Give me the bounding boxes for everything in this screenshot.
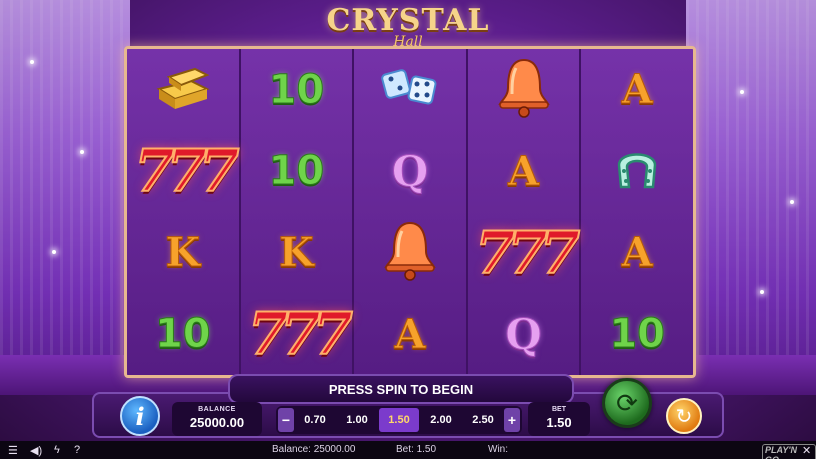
- symbol-777: 777: [133, 136, 240, 206]
- bet-label: BET: [552, 406, 566, 413]
- sparkle: [760, 290, 764, 294]
- info-button[interactable]: i: [120, 396, 160, 436]
- bet-selector: − 0.70 1.00 1.50 2.00 2.50 +: [276, 406, 522, 434]
- bet-option[interactable]: 1.50: [379, 408, 419, 432]
- reel-cell: [581, 131, 693, 213]
- sparkle: [30, 60, 34, 64]
- symbol-k: K: [165, 229, 201, 277]
- reel-2: 10 10 K 777: [240, 49, 355, 376]
- reel-cell: [354, 49, 466, 131]
- turbo-icon[interactable]: ϟ: [54, 444, 60, 456]
- reel-cell: 777: [241, 294, 354, 376]
- dice-icon: [378, 62, 442, 117]
- symbol-10: 10: [154, 311, 211, 358]
- reel-cell: [354, 212, 466, 294]
- reel-cell: 10: [581, 294, 693, 376]
- reel-3: QA: [354, 49, 468, 375]
- bet-value: 1.50: [546, 415, 572, 430]
- reel-cell: [127, 49, 239, 131]
- reel-cell: Q: [468, 294, 580, 376]
- sparkle: [52, 250, 56, 254]
- sparkle: [790, 200, 794, 204]
- spin-button[interactable]: ⟳: [602, 378, 652, 428]
- autoplay-button[interactable]: ↻: [666, 398, 702, 434]
- close-icon[interactable]: ✕: [802, 444, 811, 457]
- symbol-10: 10: [268, 148, 325, 195]
- horseshoe-icon: [609, 141, 665, 202]
- info-icon: i: [135, 401, 145, 431]
- message-bar: PRESS SPIN TO BEGIN: [228, 374, 574, 404]
- balance-value: 25000.00: [189, 415, 245, 430]
- status-win: Win:: [488, 444, 508, 455]
- reel-cell: Q: [354, 131, 466, 213]
- symbol-10: 10: [609, 311, 666, 358]
- reel-cell: 777: [468, 212, 581, 294]
- sparkle: [80, 150, 84, 154]
- bet-decrease-button[interactable]: −: [278, 408, 294, 432]
- reel-grid: 777 K 10 10 10 K 777 Q A A 777 Q A A 10: [124, 46, 696, 378]
- reel-1: 777 K 10: [127, 49, 241, 375]
- symbol-777: 777: [474, 218, 581, 288]
- reel-cell: 10: [127, 294, 239, 376]
- reel-cell: A: [581, 212, 693, 294]
- symbol-10: 10: [268, 66, 325, 113]
- sparkle: [740, 90, 744, 94]
- gold-bars-icon: [151, 59, 215, 120]
- reel-cell: A: [354, 294, 466, 376]
- bet-display: BET 1.50: [528, 402, 590, 436]
- bet-increase-button[interactable]: +: [504, 408, 520, 432]
- reel-cell: K: [241, 212, 353, 294]
- symbol-a: A: [621, 229, 653, 277]
- right-curtain: [686, 0, 816, 390]
- bet-option[interactable]: 0.70: [295, 408, 335, 432]
- reel-cell: [468, 49, 580, 131]
- balance-label: BALANCE: [198, 406, 236, 413]
- symbol-k: K: [279, 229, 315, 277]
- reel-5: A A 10: [581, 49, 693, 375]
- logo-title: CRYSTAL: [326, 3, 490, 38]
- reel-cell: 10: [241, 49, 353, 131]
- bet-option[interactable]: 2.50: [463, 408, 503, 432]
- bell-icon: [494, 56, 554, 123]
- bet-option[interactable]: 2.00: [421, 408, 461, 432]
- balance-display: BALANCE 25000.00: [172, 402, 262, 436]
- status-bar: ☰ ◀) ϟ ? Balance: 25000.00 Bet: 1.50 Win…: [0, 441, 816, 459]
- symbol-q: Q: [505, 309, 543, 359]
- symbol-777: 777: [247, 299, 354, 369]
- reel-4: A 777 Q: [467, 49, 582, 376]
- status-balance: Balance: 25000.00: [272, 444, 356, 455]
- sound-icon[interactable]: ◀): [30, 444, 42, 457]
- bet-options: 0.70 1.00 1.50 2.00 2.50: [294, 408, 504, 432]
- status-bet: Bet: 1.50: [396, 444, 437, 455]
- symbol-q: Q: [391, 146, 429, 196]
- bell-icon: [380, 219, 440, 286]
- menu-icon[interactable]: ☰: [8, 444, 18, 457]
- symbol-a: A: [394, 310, 426, 358]
- reel-cell: A: [581, 49, 693, 131]
- help-icon[interactable]: ?: [74, 444, 80, 456]
- symbol-a: A: [508, 147, 540, 195]
- reel-cell: K: [127, 212, 239, 294]
- symbol-a: A: [621, 66, 653, 114]
- message-text: PRESS SPIN TO BEGIN: [328, 381, 474, 397]
- autoplay-icon: ↻: [675, 405, 693, 428]
- reel-cell: 10: [241, 131, 353, 213]
- spin-icon: ⟳: [616, 387, 638, 418]
- bet-option[interactable]: 1.00: [337, 408, 377, 432]
- reel-cell: 777: [127, 131, 240, 213]
- reel-cell: A: [468, 131, 580, 213]
- left-curtain: [0, 0, 130, 390]
